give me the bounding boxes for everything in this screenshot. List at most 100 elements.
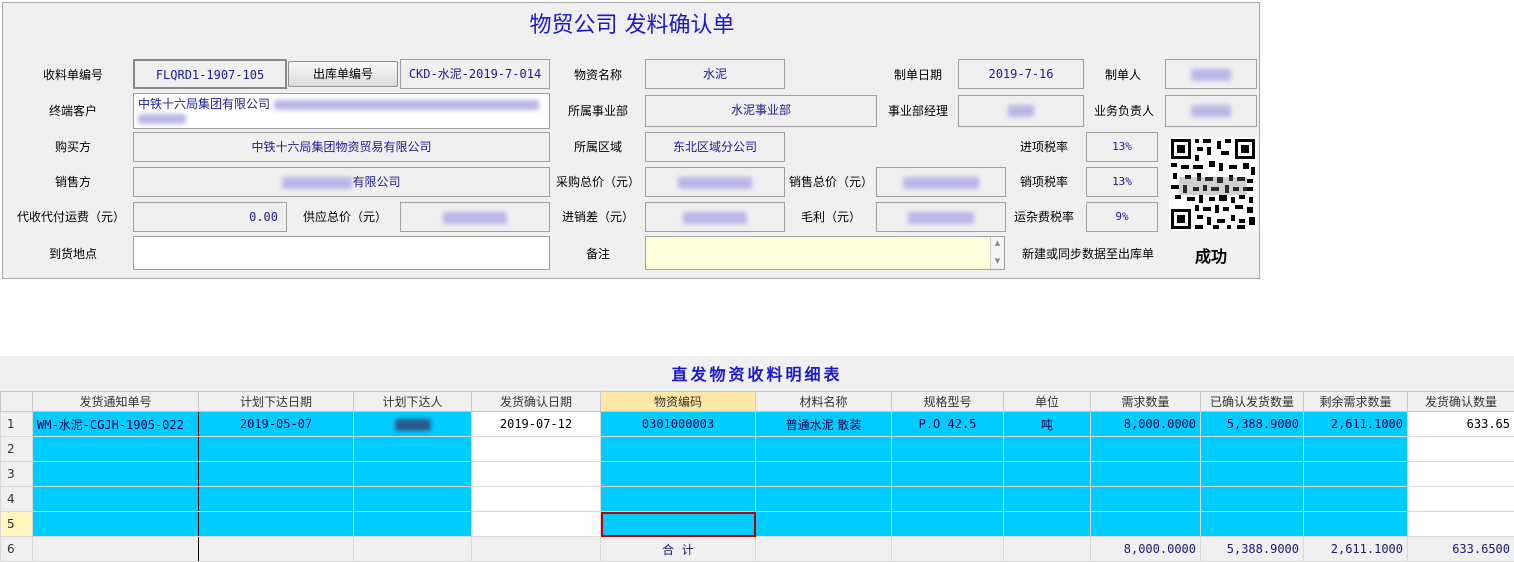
plan-date-cell[interactable]: 2019-05-07 <box>198 411 354 437</box>
table-cell[interactable] <box>755 511 892 537</box>
table-cell[interactable] <box>891 511 1004 537</box>
table-row[interactable]: 1 WM-水泥-CGJH-1905-022 2019-05-07 2019-07… <box>0 411 1514 437</box>
table-cell[interactable] <box>353 436 472 462</box>
row-header[interactable]: 3 <box>0 461 33 487</box>
sales-total-field[interactable] <box>876 167 1006 197</box>
table-cell[interactable] <box>353 511 472 537</box>
spec-cell[interactable]: P.O 42.5 <box>891 411 1004 437</box>
table-cell[interactable] <box>600 486 756 512</box>
material-code-cell[interactable]: 0301000003 <box>600 411 756 437</box>
col-header[interactable]: 发货通知单号 <box>32 391 199 412</box>
col-header[interactable]: 已确认发货数量 <box>1200 391 1304 412</box>
planner-cell[interactable] <box>353 411 472 437</box>
end-customer-field[interactable]: 中铁十六局集团有限公司 <box>133 93 550 129</box>
region-field[interactable]: 东北区域分公司 <box>645 132 785 162</box>
table-cell[interactable] <box>32 486 199 512</box>
col-header[interactable]: 计划下达人 <box>353 391 472 412</box>
row-header[interactable]: 1 <box>0 411 33 437</box>
gross-field[interactable] <box>876 202 1006 232</box>
freight-field[interactable]: 0.00 <box>133 202 287 232</box>
table-row[interactable]: 3 <box>0 461 1514 487</box>
maker-field[interactable] <box>1165 59 1257 89</box>
table-cell[interactable] <box>1200 436 1304 462</box>
scroll-down-icon[interactable]: ▼ <box>991 255 1004 267</box>
division-field[interactable]: 水泥事业部 <box>645 95 877 127</box>
row-header[interactable]: 2 <box>0 436 33 462</box>
table-cell[interactable] <box>1407 436 1514 462</box>
confirm-date-cell[interactable]: 2019-07-12 <box>471 411 601 437</box>
table-cell[interactable] <box>600 461 756 487</box>
table-cell[interactable] <box>353 486 472 512</box>
delivery-field[interactable] <box>133 236 550 270</box>
table-cell[interactable] <box>1090 486 1201 512</box>
unit-cell[interactable]: 吨 <box>1003 411 1091 437</box>
buyer-field[interactable]: 中铁十六局集团物资贸易有限公司 <box>133 132 550 162</box>
biz-owner-field[interactable] <box>1165 95 1257 127</box>
table-cell[interactable] <box>32 436 199 462</box>
table-cell[interactable] <box>1003 436 1091 462</box>
purchase-total-field[interactable] <box>645 167 785 197</box>
col-header[interactable]: 发货确认日期 <box>471 391 601 412</box>
table-cell[interactable] <box>198 511 354 537</box>
col-header[interactable]: 规格型号 <box>891 391 1004 412</box>
table-cell[interactable] <box>1407 486 1514 512</box>
remark-field[interactable] <box>645 236 1005 270</box>
table-cell[interactable] <box>755 461 892 487</box>
col-header[interactable]: 需求数量 <box>1090 391 1201 412</box>
col-header[interactable]: 单位 <box>1003 391 1091 412</box>
diff-field[interactable] <box>645 202 785 232</box>
table-cell[interactable] <box>891 486 1004 512</box>
table-cell[interactable] <box>600 436 756 462</box>
table-cell[interactable] <box>471 461 601 487</box>
table-cell[interactable] <box>1090 511 1201 537</box>
table-row[interactable]: 5 <box>0 511 1514 537</box>
table-cell[interactable] <box>1200 511 1304 537</box>
table-cell[interactable] <box>1407 511 1514 537</box>
row-header[interactable]: 4 <box>0 486 33 512</box>
table-cell[interactable] <box>1003 461 1091 487</box>
focused-cell[interactable] <box>600 511 756 537</box>
col-header-selected[interactable]: 物资编码 <box>600 391 756 412</box>
table-cell[interactable] <box>353 461 472 487</box>
table-cell[interactable] <box>198 461 354 487</box>
table-cell[interactable] <box>1303 511 1408 537</box>
table-cell[interactable] <box>891 461 1004 487</box>
demand-cell[interactable]: 8,000.0000 <box>1090 411 1201 437</box>
corner-header[interactable] <box>0 391 33 412</box>
input-tax-field[interactable]: 13% <box>1086 132 1158 162</box>
seller-field[interactable]: 有限公司 <box>133 167 550 197</box>
material-name-field[interactable]: 水泥 <box>645 59 785 89</box>
table-cell[interactable] <box>32 511 199 537</box>
col-header[interactable]: 剩余需求数量 <box>1303 391 1408 412</box>
table-cell[interactable] <box>1200 461 1304 487</box>
table-cell[interactable] <box>891 436 1004 462</box>
table-cell[interactable] <box>471 511 601 537</box>
division-manager-field[interactable] <box>958 95 1084 127</box>
material-name-cell[interactable]: 普通水泥 散装 <box>755 411 892 437</box>
table-cell[interactable] <box>198 436 354 462</box>
table-cell[interactable] <box>1003 511 1091 537</box>
table-cell[interactable] <box>32 461 199 487</box>
table-cell[interactable] <box>1303 461 1408 487</box>
table-cell[interactable] <box>1303 486 1408 512</box>
table-row[interactable]: 2 <box>0 436 1514 462</box>
table-cell[interactable] <box>471 436 601 462</box>
row-header-current[interactable]: 5 <box>0 511 33 537</box>
remaining-cell[interactable]: 2,611.1000 <box>1303 411 1408 437</box>
outbound-no-button[interactable]: 出库单编号 <box>288 61 398 87</box>
table-cell[interactable] <box>471 486 601 512</box>
col-header[interactable]: 计划下达日期 <box>198 391 354 412</box>
notice-no-cell[interactable]: WM-水泥-CGJH-1905-022 <box>32 411 199 437</box>
col-header[interactable]: 材料名称 <box>755 391 892 412</box>
table-cell[interactable] <box>198 486 354 512</box>
table-cell[interactable] <box>1003 486 1091 512</box>
table-cell[interactable] <box>1090 436 1201 462</box>
output-tax-field[interactable]: 13% <box>1086 167 1158 197</box>
table-cell[interactable] <box>755 436 892 462</box>
col-header[interactable]: 发货确认数量 <box>1407 391 1514 412</box>
confirmed-cell[interactable]: 5,388.9000 <box>1200 411 1304 437</box>
misc-tax-field[interactable]: 9% <box>1086 202 1158 232</box>
table-cell[interactable] <box>1407 461 1514 487</box>
made-date-field[interactable]: 2019-7-16 <box>958 59 1084 89</box>
supply-total-field[interactable] <box>400 202 550 232</box>
